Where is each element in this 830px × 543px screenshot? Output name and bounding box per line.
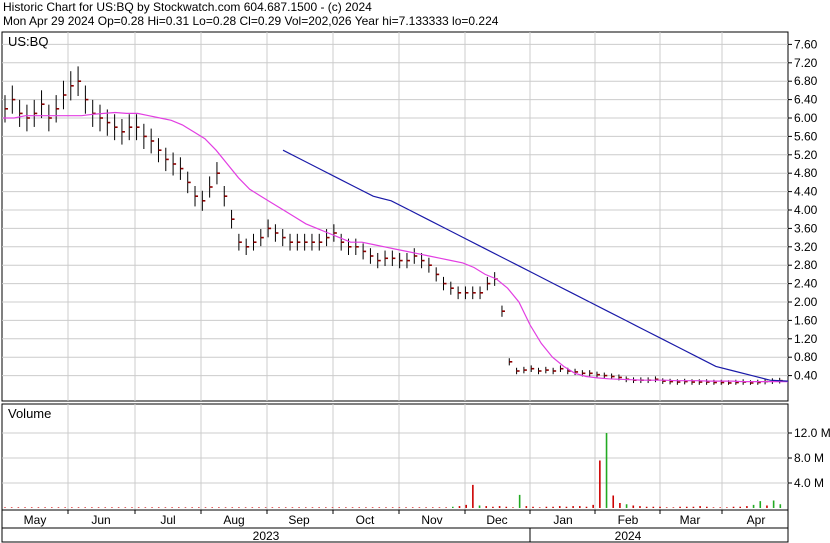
y-tick-label: 6.40 <box>794 93 818 107</box>
y-tick-label: 2.80 <box>794 258 818 272</box>
y-tick-label: 6.80 <box>794 74 818 88</box>
volume-panel-title: Volume <box>8 406 51 421</box>
y-tick-label: 4.00 <box>794 203 818 217</box>
y-tick-label: 4.80 <box>794 166 818 180</box>
y-tick-label: 7.20 <box>794 56 818 70</box>
month-label: May <box>24 513 47 527</box>
month-label: Feb <box>618 513 639 527</box>
volume-panel: Volume 4.0 M 8.0 M 12.0 M <box>1 403 830 511</box>
x-axis: May Jun Jul Aug Sep Oct Nov Dec Jan Feb Mar Apr 2023… <box>1 509 789 543</box>
price-frame <box>1 31 789 402</box>
vol-y-tick-label: 12.0 M <box>794 426 830 440</box>
y-tick-label: 0.80 <box>794 350 818 364</box>
year-axis-frame <box>1 527 789 543</box>
y-tick-label: 3.20 <box>794 240 818 254</box>
month-label: Nov <box>421 513 442 527</box>
price-panel-title: US:BQ <box>8 34 48 49</box>
vol-y-tick-label: 8.0 M <box>794 451 824 465</box>
y-tick-label: 5.60 <box>794 129 818 143</box>
month-label: Aug <box>223 513 244 527</box>
month-label: Oct <box>356 513 375 527</box>
y-tick-label: 2.00 <box>794 295 818 309</box>
y-tick-label: 0.40 <box>794 369 818 383</box>
price-panel: 0.40 0.80 1.20 1.60 2.00 2.40 2.80 3.20 3.60 4.00… <box>1 31 818 402</box>
month-label: Jul <box>160 513 175 527</box>
month-label: Sep <box>288 513 310 527</box>
y-tick-label: 1.60 <box>794 313 818 327</box>
y-tick-label: 7.60 <box>794 37 818 51</box>
month-label: Jun <box>91 513 110 527</box>
y-tick-label: 6.00 <box>794 111 818 125</box>
year-label: 2024 <box>615 529 642 543</box>
month-label: Jan <box>553 513 572 527</box>
year-label: 2023 <box>253 529 280 543</box>
y-tick-label: 1.20 <box>794 332 818 346</box>
stock-chart: 0.40 0.80 1.20 1.60 2.00 2.40 2.80 3.20 3.60 4.00… <box>1 31 830 543</box>
month-axis-frame <box>1 509 789 529</box>
month-label: Apr <box>747 513 766 527</box>
y-tick-label: 3.60 <box>794 221 818 235</box>
y-tick-label: 4.40 <box>794 185 818 199</box>
volume-frame <box>1 403 789 511</box>
y-tick-label: 5.20 <box>794 148 818 162</box>
y-tick-label: 2.40 <box>794 277 818 291</box>
vol-y-tick-label: 4.0 M <box>794 476 824 490</box>
month-label: Dec <box>486 513 507 527</box>
month-label: Mar <box>680 513 701 527</box>
